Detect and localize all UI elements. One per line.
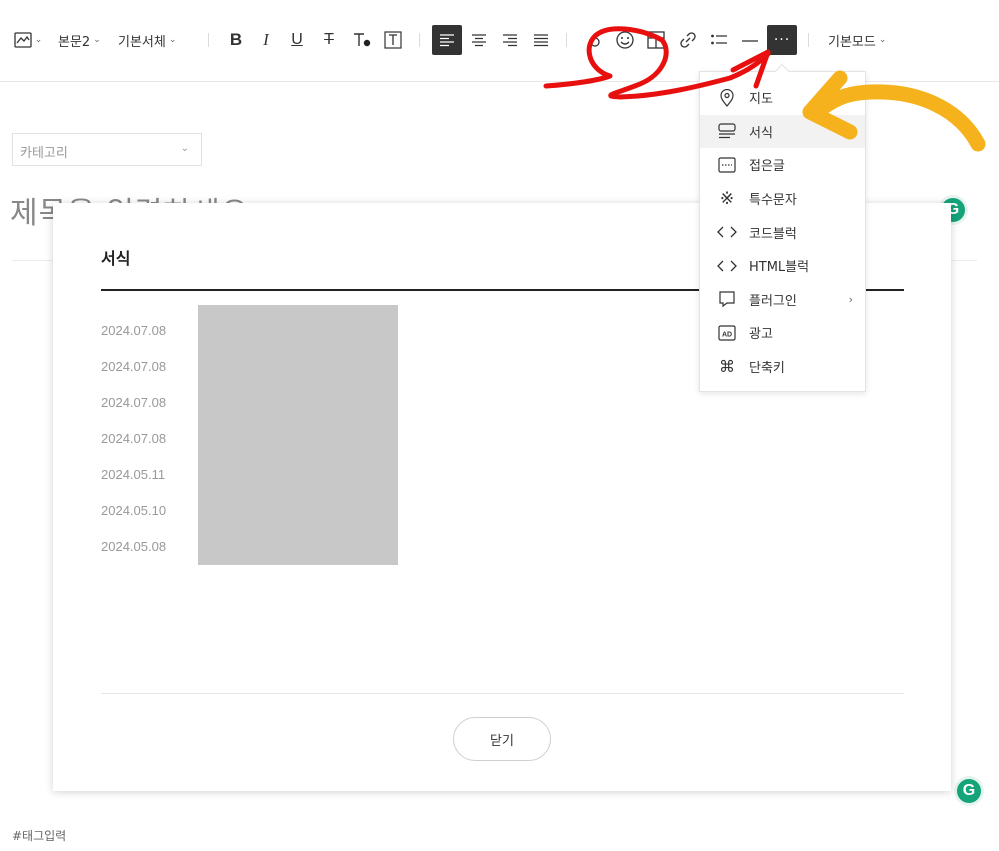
menu-item-label: 특수문자 (749, 193, 797, 209)
align-left-button[interactable] (432, 25, 462, 55)
menu-item-plugin[interactable]: 플러그인 › (700, 283, 865, 317)
align-center-icon (472, 34, 486, 47)
list-icon (711, 34, 727, 45)
text-background-button[interactable] (382, 26, 404, 54)
modal-title: 서식 (101, 249, 131, 268)
italic-icon: I (263, 30, 269, 49)
menu-item-template[interactable]: 서식 (700, 114, 865, 149)
menu-item-map[interactable]: 지도 (700, 81, 865, 115)
menu-item-label: 지도 (749, 92, 773, 108)
quote-button[interactable] (584, 26, 606, 54)
special-char-icon: ※ (719, 188, 735, 209)
redacted-template-titles (198, 305, 398, 565)
bold-button[interactable]: B (225, 26, 247, 54)
paragraph-style-dropdown[interactable]: 본문2 ⌄ (58, 26, 101, 54)
link-icon (680, 32, 696, 48)
svg-text:AD: AD (722, 331, 732, 338)
menu-item-label: 광고 (749, 327, 773, 343)
template-date-list: 2024.07.08 2024.07.08 2024.07.08 2024.07… (101, 321, 166, 573)
image-insert-button[interactable]: ⌄ (12, 26, 44, 54)
template-date[interactable]: 2024.07.08 (101, 429, 166, 465)
chevron-down-icon: ⌄ (93, 35, 101, 45)
code-icon (716, 221, 738, 243)
editor-toolbar: ⌄ 본문2 ⌄ 기본서체 ⌄ B I U T ··· 기본모드 ⌄ (0, 0, 999, 82)
horizontal-line-button[interactable] (739, 26, 761, 54)
menu-item-label: 서식 (749, 125, 773, 141)
text-color-button[interactable] (350, 26, 374, 54)
more-options-menu: 지도 서식 접은글 ※ 특수문자 코드블럭 HTML블럭 플러그인 › AD 광… (699, 63, 866, 392)
template-date[interactable]: 2024.07.08 (101, 357, 166, 393)
emoticon-button[interactable] (613, 26, 637, 54)
toolbar-divider (208, 33, 209, 47)
more-options-button[interactable]: ··· (767, 25, 797, 55)
chevron-down-icon: ⌄ (180, 143, 189, 154)
underline-button[interactable]: U (286, 26, 308, 54)
command-icon: ⌘ (719, 357, 735, 377)
template-date[interactable]: 2024.05.08 (101, 537, 166, 573)
template-date[interactable]: 2024.05.11 (101, 465, 166, 501)
menu-item-special-char[interactable]: ※ 특수문자 (700, 182, 865, 216)
strikethrough-icon: T (324, 31, 334, 48)
modal-footer-divider (101, 693, 904, 694)
bold-icon: B (229, 30, 243, 49)
template-date[interactable]: 2024.07.08 (101, 321, 166, 357)
strikethrough-button[interactable]: T (318, 26, 340, 54)
table-icon (647, 31, 665, 49)
horizontal-line-icon (742, 40, 758, 42)
toolbar-divider (808, 33, 809, 47)
align-left-icon (440, 34, 454, 47)
align-justify-icon (534, 34, 548, 47)
text-background-icon (384, 31, 402, 49)
menu-item-label: 플러그인 (749, 293, 797, 309)
close-button[interactable]: 닫기 (453, 717, 551, 761)
plugin-icon (716, 288, 738, 310)
category-placeholder: 카테고리 (20, 146, 68, 161)
template-date[interactable]: 2024.05.10 (101, 501, 166, 537)
font-family-dropdown[interactable]: 기본서체 ⌄ (118, 26, 176, 54)
menu-item-code-block[interactable]: 코드블럭 (700, 215, 865, 249)
chevron-down-icon: ⌄ (878, 35, 887, 45)
font-family-label: 기본서체 (118, 34, 166, 50)
chevron-right-icon: › (848, 292, 853, 306)
smiley-icon (616, 31, 634, 49)
tag-input[interactable]: #태그입력 (12, 827, 66, 844)
text-color-icon (354, 33, 371, 47)
menu-item-label: HTML블럭 (749, 260, 810, 276)
chevron-down-icon: ⌄ (168, 35, 177, 45)
image-icon (14, 32, 32, 48)
align-right-icon (503, 34, 517, 47)
quote-icon (590, 37, 600, 47)
category-select[interactable]: 카테고리 ⌄ (12, 133, 202, 166)
menu-item-label: 단축키 (749, 361, 785, 377)
underline-icon: U (291, 31, 303, 48)
paragraph-style-label: 본문2 (58, 34, 91, 50)
fold-icon (716, 154, 738, 176)
menu-item-label: 코드블럭 (749, 226, 797, 242)
ad-icon: AD (716, 322, 738, 344)
menu-item-ad[interactable]: AD 광고 (700, 316, 865, 350)
template-date[interactable]: 2024.07.08 (101, 393, 166, 429)
table-button[interactable] (644, 26, 668, 54)
chevron-down-icon: ⌄ (34, 35, 43, 45)
menu-item-label: 접은글 (749, 159, 785, 175)
toolbar-divider (566, 33, 567, 47)
link-button[interactable] (676, 26, 700, 54)
editor-mode-label: 기본모드 (828, 34, 876, 50)
more-dots-icon: ··· (773, 32, 791, 48)
html-icon (716, 255, 738, 277)
align-center-button[interactable] (467, 26, 491, 54)
menu-item-shortcuts[interactable]: ⌘ 단축키 (700, 350, 865, 384)
list-button[interactable] (707, 26, 731, 54)
toolbar-divider (419, 33, 420, 47)
align-justify-button[interactable] (529, 26, 553, 54)
map-pin-icon (716, 87, 738, 109)
align-right-button[interactable] (498, 26, 522, 54)
grammarly-icon[interactable]: G (954, 776, 984, 806)
menu-item-html-block[interactable]: HTML블럭 (700, 249, 865, 283)
italic-button[interactable]: I (255, 26, 277, 54)
template-icon (716, 120, 738, 142)
editor-mode-dropdown[interactable]: 기본모드 ⌄ (828, 26, 886, 54)
menu-item-fold[interactable]: 접은글 (700, 148, 865, 182)
